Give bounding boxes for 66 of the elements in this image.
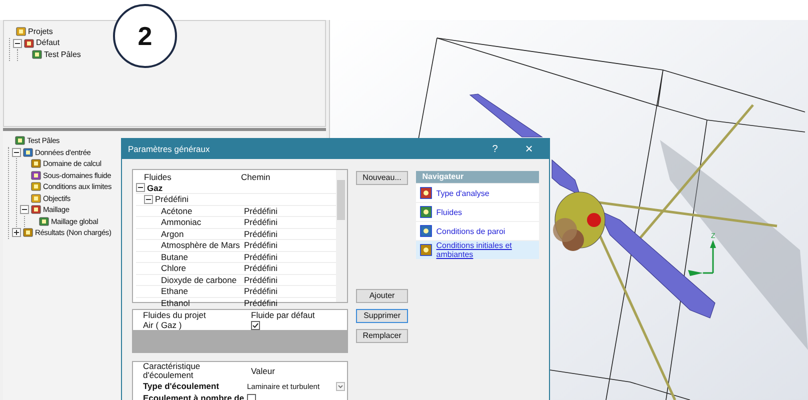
dialog-button[interactable]: Supprimer [356, 309, 408, 323]
group-label[interactable]: Prédéfini [155, 194, 189, 204]
node-icon [24, 38, 34, 48]
fluid-name[interactable]: Atmosphère de Mars [136, 240, 241, 250]
column-header: Valeur [250, 366, 275, 376]
navigator-item[interactable]: Fluides [416, 203, 540, 221]
fluid-name[interactable]: Butane [136, 252, 241, 262]
fluid-name[interactable]: Acétone [136, 206, 241, 216]
collapse-icon[interactable] [20, 205, 29, 214]
collapse-icon[interactable] [136, 183, 145, 192]
fluid-path: Prédéfini [243, 263, 278, 274]
fluid-path: Prédéfini [243, 274, 278, 285]
navigator-item[interactable]: Conditions de paroi [416, 222, 540, 240]
checkbox[interactable] [251, 320, 260, 330]
checkbox[interactable] [247, 394, 256, 400]
property-label: Type d'écoulement [143, 382, 220, 390]
node-icon [31, 170, 41, 180]
node-icon [31, 194, 41, 203]
node-icon [16, 27, 26, 36]
node-icon [32, 50, 42, 60]
column-header: Fluide par défaut [251, 310, 315, 320]
fluid-path: Prédéfini [243, 240, 278, 250]
tree-item[interactable]: Défaut [36, 37, 60, 50]
column-header: Chemin [241, 172, 270, 182]
node-icon [15, 136, 25, 146]
navigator-item[interactable]: Type d'analyse [416, 184, 540, 202]
column-header: Caractéristique d'écoulement [143, 362, 202, 380]
help-button[interactable]: ? [483, 142, 507, 156]
fluid-path: Prédéfini [243, 298, 278, 308]
tree-item[interactable]: Test Pâles [44, 48, 81, 61]
close-button[interactable]: × [515, 139, 543, 159]
node-icon [31, 182, 41, 192]
node-icon [31, 205, 41, 214]
dialog-button[interactable]: Nouveau... [356, 171, 408, 185]
navigator-header: Navigateur [416, 171, 540, 183]
collapse-icon[interactable] [144, 194, 153, 204]
fluid-name[interactable]: Ethanol [136, 298, 241, 308]
fluid-name[interactable]: Chlore [136, 263, 241, 274]
node-icon [39, 216, 49, 226]
node-icon [23, 148, 33, 157]
fluid-name[interactable]: Argon [136, 228, 241, 239]
dialog-button[interactable]: Remplacer [356, 329, 408, 343]
column-header: Fluides du projet [143, 310, 207, 320]
fluid-name[interactable]: Dioxyde de carbone [136, 274, 241, 285]
tree-item[interactable]: Projets [28, 26, 53, 38]
expand-icon[interactable] [12, 228, 21, 238]
node-icon [31, 159, 41, 168]
fluid-name[interactable]: Ammoniac [136, 217, 241, 228]
node-icon [23, 228, 33, 238]
fluid-path: Prédéfini [243, 286, 278, 296]
caret-icon [336, 382, 345, 390]
fluid-path: Prédéfini [243, 206, 278, 216]
axis-triad-icon [688, 240, 716, 276]
dialog-button[interactable]: Ajouter [356, 289, 408, 303]
column-header: Fluides [143, 172, 172, 182]
fluid-path: Prédéfini [243, 228, 278, 239]
fluid-path: Prédéfini [243, 252, 278, 262]
fluid-name[interactable]: Ethane [136, 286, 241, 296]
group-label[interactable]: Gaz [147, 182, 163, 193]
collapse-icon[interactable] [12, 148, 21, 157]
collapse-icon[interactable] [13, 38, 22, 48]
scrollbar[interactable] [336, 170, 347, 302]
dialog-title: Paramètres généraux [128, 142, 211, 156]
fluid-path: Prédéfini [243, 217, 278, 228]
fluid-name[interactable]: Air ( Gaz ) [143, 320, 251, 330]
navigator-item[interactable]: Conditions initiales et ambiantes [416, 241, 540, 259]
